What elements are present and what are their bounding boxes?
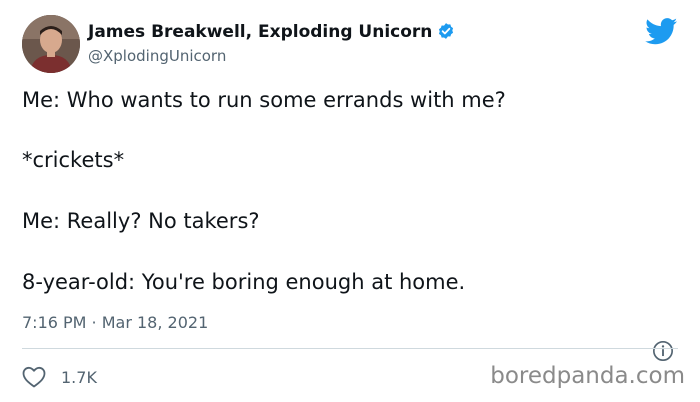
verified-badge-icon	[439, 23, 454, 39]
tweet-text-line-4: 8-year-old: You're boring enough at home…	[22, 270, 466, 294]
author-name-row[interactable]: James Breakwell, Exploding Unicorn	[88, 22, 455, 42]
tweet-text-line-1: Me: Who wants to run some errands with m…	[22, 88, 506, 112]
author-display-name[interactable]: James Breakwell, Exploding Unicorn	[88, 22, 432, 42]
divider	[22, 348, 678, 349]
author-handle[interactable]: @XplodingUnicorn	[88, 47, 226, 65]
watermark: boredpanda.com	[490, 363, 685, 389]
info-icon[interactable]	[652, 340, 674, 362]
like-count: 1.7K	[61, 367, 97, 387]
twitter-bird-icon[interactable]	[645, 18, 678, 45]
heart-icon	[22, 366, 46, 388]
like-button[interactable]: 1.7K	[22, 365, 97, 389]
avatar[interactable]	[22, 15, 80, 73]
avatar-image	[22, 15, 80, 73]
tweet-text-line-3: Me: Really? No takers?	[22, 209, 260, 233]
tweet-text-line-2: *crickets*	[22, 148, 125, 172]
tweet-timestamp[interactable]: 7:16 PM · Mar 18, 2021	[22, 313, 208, 332]
tweet-card: James Breakwell, Exploding Unicorn @Xplo…	[0, 0, 700, 402]
